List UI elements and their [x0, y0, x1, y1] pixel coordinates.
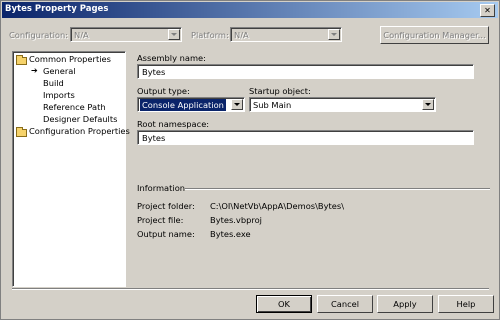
arrow-right-icon: ➔: [31, 66, 38, 75]
assembly-name-value: Bytes: [142, 67, 166, 77]
assembly-name-field[interactable]: Bytes: [137, 64, 474, 79]
platform-value: N/A: [234, 30, 249, 40]
title-bar: Bytes Property Pages ✕: [2, 2, 498, 18]
platform-dropdown[interactable]: N/A: [230, 27, 342, 42]
folder-open-icon: [16, 55, 27, 65]
category-tree: Common Properties ➔ General Build Import…: [12, 51, 130, 287]
chevron-down-icon[interactable]: [328, 29, 340, 40]
project-file-value: Bytes.vbproj: [210, 215, 262, 225]
information-divider: [185, 188, 490, 190]
root-namespace-field[interactable]: Bytes: [137, 130, 474, 145]
tree-item-designer-defaults[interactable]: Designer Defaults: [43, 114, 117, 124]
project-folder-value: C:\OI\NetVb\AppA\Demos\Bytes\: [210, 201, 344, 211]
output-type-label: Output type:: [137, 86, 190, 96]
project-folder-label: Project folder:: [137, 201, 195, 211]
output-type-dropdown[interactable]: Console Application: [137, 97, 245, 112]
project-file-label: Project file:: [137, 215, 184, 225]
tree-item-general[interactable]: General: [43, 66, 76, 76]
ok-button[interactable]: OK: [256, 295, 312, 313]
chevron-down-icon[interactable]: [168, 29, 180, 40]
window-title: Bytes Property Pages: [5, 4, 109, 14]
startup-object-dropdown[interactable]: Sub Main: [249, 97, 436, 112]
folder-icon: [16, 127, 27, 137]
close-icon[interactable]: ✕: [480, 4, 495, 17]
root-namespace-value: Bytes: [142, 133, 166, 143]
tree-item-build[interactable]: Build: [43, 78, 64, 88]
configuration-value: N/A: [74, 30, 89, 40]
help-button[interactable]: Help: [438, 295, 494, 313]
configuration-label: Configuration:: [9, 30, 69, 40]
tree-item-reference-path[interactable]: Reference Path: [43, 102, 106, 112]
bottom-divider: [12, 288, 489, 290]
configuration-manager-button[interactable]: Configuration Manager...: [380, 26, 489, 44]
tree-item-common-properties[interactable]: Common Properties: [29, 54, 111, 64]
apply-button[interactable]: Apply: [377, 295, 433, 313]
root-namespace-label: Root namespace:: [137, 119, 210, 129]
startup-object-label: Startup object:: [249, 86, 311, 96]
cancel-button[interactable]: Cancel: [317, 295, 373, 313]
platform-label: Platform:: [191, 30, 229, 40]
tree-item-configuration-properties[interactable]: Configuration Properties: [29, 126, 130, 136]
startup-object-value: Sub Main: [253, 100, 292, 110]
property-pages-window: Bytes Property Pages ✕ Configuration: N/…: [0, 0, 500, 320]
output-name-label: Output name:: [137, 229, 195, 239]
assembly-name-label: Assembly name:: [137, 53, 206, 63]
chevron-down-icon[interactable]: [231, 99, 243, 110]
tree-item-imports[interactable]: Imports: [43, 90, 75, 100]
chevron-down-icon[interactable]: [422, 99, 434, 110]
output-type-value: Console Application: [140, 99, 226, 111]
information-heading: Information: [137, 183, 186, 193]
output-name-value: Bytes.exe: [210, 229, 251, 239]
configuration-dropdown[interactable]: N/A: [70, 27, 182, 42]
